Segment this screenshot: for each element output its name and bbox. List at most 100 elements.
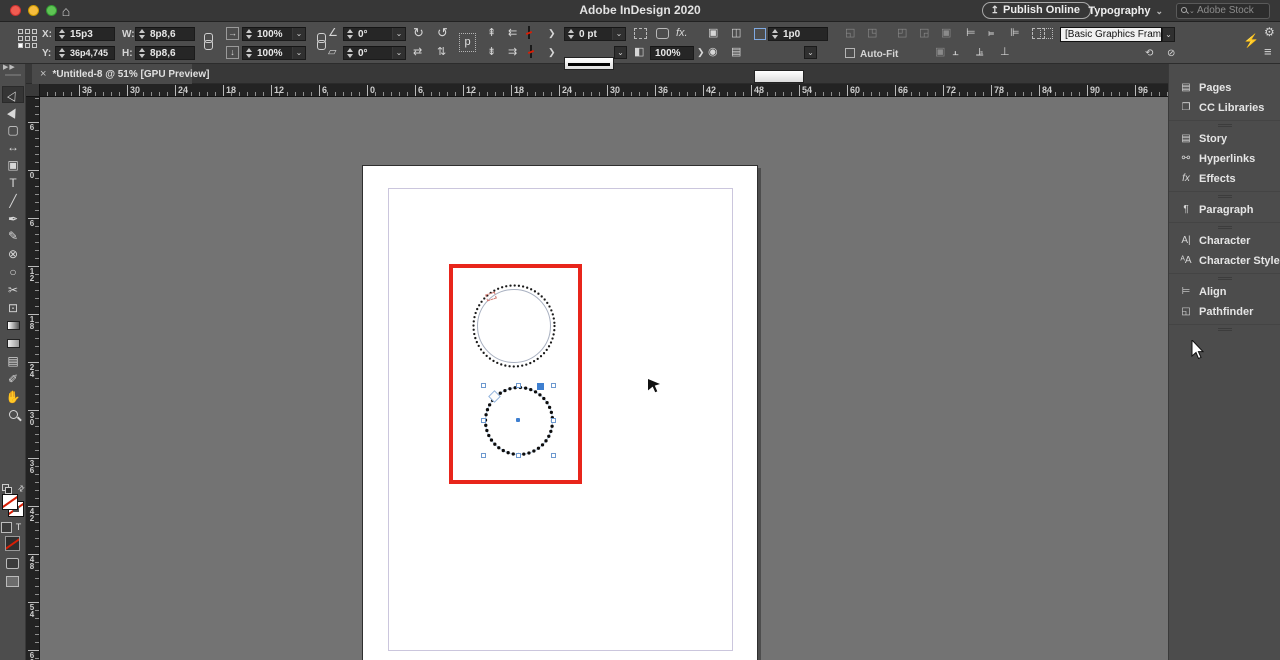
align-right-edges-button[interactable]: ⊫ — [1010, 27, 1020, 40]
auto-fit-checkbox[interactable] — [845, 48, 855, 58]
width-field[interactable]: 8p8,6 — [135, 27, 195, 41]
rotate-ccw-button[interactable]: ↺ — [437, 26, 448, 39]
selection-tool[interactable]: ▷ — [2, 86, 24, 103]
clear-overrides-icon[interactable]: ⟲ — [1145, 47, 1153, 60]
apply-none-button[interactable] — [5, 536, 20, 551]
panel-grip[interactable] — [5, 74, 21, 76]
corner-options-icon[interactable] — [754, 28, 766, 40]
fit-content-proportionally-button[interactable]: ◳ — [867, 27, 877, 40]
gap-tool[interactable]: ↔ — [2, 139, 24, 156]
scale-x-stepper[interactable] — [244, 28, 253, 40]
content-collector-tool[interactable]: ▣ — [2, 157, 24, 174]
stroke-swatch-none[interactable] — [530, 45, 532, 58]
flip-vertical-button[interactable]: ⇅ — [437, 46, 446, 59]
adobe-stock-search-input[interactable]: ⌄ Adobe Stock — [1176, 3, 1270, 19]
direct-selection-tool[interactable]: ▶ — [2, 104, 24, 121]
panel-button-effects[interactable]: fx Effects — [1169, 169, 1280, 189]
opacity-field[interactable]: 100% — [650, 46, 694, 60]
selection-handle[interactable] — [481, 453, 486, 458]
type-tool[interactable]: T — [2, 175, 24, 192]
gear-icon[interactable]: ⚙ — [1264, 26, 1275, 39]
clear-attributes-icon[interactable]: ⊘ — [1167, 47, 1175, 60]
align-bottom-edges-button[interactable]: ⊥ — [1000, 46, 1010, 59]
x-stepper[interactable] — [57, 28, 66, 40]
panel-group-divider[interactable] — [1169, 324, 1280, 333]
proxy-cell[interactable] — [18, 36, 23, 41]
panel-button-character-styles[interactable]: ᴬA Character Styles — [1169, 251, 1280, 271]
panel-button-align[interactable]: ⊨ Align — [1169, 282, 1280, 302]
scale-y-stepper[interactable] — [244, 47, 253, 59]
corner-radius-field[interactable]: 1p0 — [768, 27, 828, 41]
publish-online-button[interactable]: ↥ Publish Online — [981, 2, 1091, 19]
reference-point-proxy[interactable] — [18, 29, 39, 50]
fill-options-arrow[interactable]: ❯ — [548, 27, 556, 40]
document-tab[interactable]: × *Untitled-8 @ 51% [GPU Preview] — [32, 64, 209, 84]
pen-tool[interactable]: ✒ — [2, 211, 24, 228]
opacity-options-arrow[interactable]: ❯ — [697, 46, 705, 59]
selection-handle-active[interactable] — [537, 383, 544, 390]
note-tool[interactable]: ▤ — [2, 353, 24, 370]
chevron-down-icon[interactable]: ⌄ — [392, 47, 405, 59]
fill-swatch[interactable] — [2, 494, 18, 510]
panel-group-divider[interactable] — [1169, 222, 1280, 231]
gradient-feather-tool[interactable] — [2, 335, 24, 352]
chevron-down-icon[interactable]: ⌄ — [292, 28, 305, 40]
formatting-affects-text-button[interactable]: T — [13, 522, 24, 533]
rotation-angle-field[interactable]: 0° ⌄ — [343, 27, 406, 41]
proxy-cell[interactable] — [18, 29, 23, 34]
chevron-down-icon[interactable]: ⌄ — [612, 28, 625, 40]
wrap-around-object-button[interactable]: ◉ — [708, 46, 718, 59]
select-previous-object-button[interactable]: ⇇ — [508, 27, 517, 40]
select-container-button[interactable]: ⇞ — [487, 27, 496, 40]
corner-shape-chevron[interactable]: ⌄ — [804, 46, 817, 59]
selection-handle[interactable] — [516, 383, 521, 388]
scissors-tool[interactable]: ✂ — [2, 282, 24, 299]
stroke-weight-field[interactable]: 0 pt ⌄ — [564, 27, 626, 41]
selection-handle[interactable] — [481, 383, 486, 388]
rotate-cw-button[interactable]: ↻ — [413, 26, 424, 39]
panel-menu-icon[interactable]: ≡ — [1264, 45, 1272, 58]
selection-handle[interactable] — [551, 418, 556, 423]
hand-tool[interactable]: ✋ — [2, 389, 24, 406]
dotted-circle-top[interactable] — [468, 280, 560, 372]
selection-center-point[interactable] — [516, 418, 520, 422]
stroke-weight-stepper[interactable] — [566, 28, 575, 40]
fit-frame-to-content-button[interactable]: ◲ — [919, 27, 929, 40]
panel-group-divider[interactable] — [1169, 191, 1280, 200]
align-left-edges-button[interactable]: ⊨ — [966, 27, 976, 40]
select-content-button[interactable]: ⇟ — [487, 46, 496, 59]
workspace-switcher[interactable]: Typography ⌄ — [1088, 3, 1163, 19]
page-tool[interactable]: ▢ — [2, 122, 24, 139]
object-style-chevron[interactable]: ⌄ — [1162, 27, 1175, 42]
proxy-cell[interactable] — [25, 43, 30, 48]
proxy-cell-selected[interactable] — [18, 43, 23, 48]
fit-content-to-frame-button[interactable]: ◰ — [897, 27, 907, 40]
wrap-around-bounding-box-button[interactable]: ◫ — [731, 27, 741, 40]
formatting-affects-container-button[interactable] — [1, 522, 12, 533]
selection-handle[interactable] — [516, 453, 521, 458]
height-field[interactable]: 8p8,6 — [135, 46, 195, 60]
stroke-options-arrow[interactable]: ❯ — [548, 46, 556, 59]
pencil-tool[interactable]: ✎ — [2, 228, 24, 245]
w-stepper[interactable] — [137, 28, 146, 40]
screen-mode-button[interactable] — [6, 576, 19, 587]
proxy-cell[interactable] — [25, 29, 30, 34]
ruler-origin-corner[interactable] — [26, 84, 40, 97]
align-top-edges-button[interactable]: ⫠ — [952, 46, 959, 59]
tab-close-icon[interactable]: × — [32, 68, 52, 80]
center-content-button[interactable]: ▣ — [941, 27, 951, 40]
zoom-tool[interactable] — [2, 406, 24, 423]
wrap-jump-button[interactable]: ▤ — [731, 46, 741, 59]
scale-x-field[interactable]: 100% ⌄ — [242, 27, 306, 41]
selection-handle[interactable] — [551, 453, 556, 458]
chevron-down-icon[interactable]: ⌄ — [392, 28, 405, 40]
stroke-style-dropdown[interactable] — [564, 57, 614, 70]
corner-shape-button[interactable] — [656, 28, 669, 39]
selection-handle[interactable] — [551, 383, 556, 388]
select-container-indicator[interactable]: p — [459, 33, 476, 52]
align-vertical-centers-button[interactable]: ⫡ — [976, 46, 983, 59]
gradient-swatch-tool[interactable] — [2, 317, 24, 334]
panel-button-character[interactable]: A| Character — [1169, 231, 1280, 251]
align-horizontal-centers-button[interactable]: ⫢ — [988, 27, 994, 40]
fill-swatch-none[interactable] — [528, 26, 530, 39]
